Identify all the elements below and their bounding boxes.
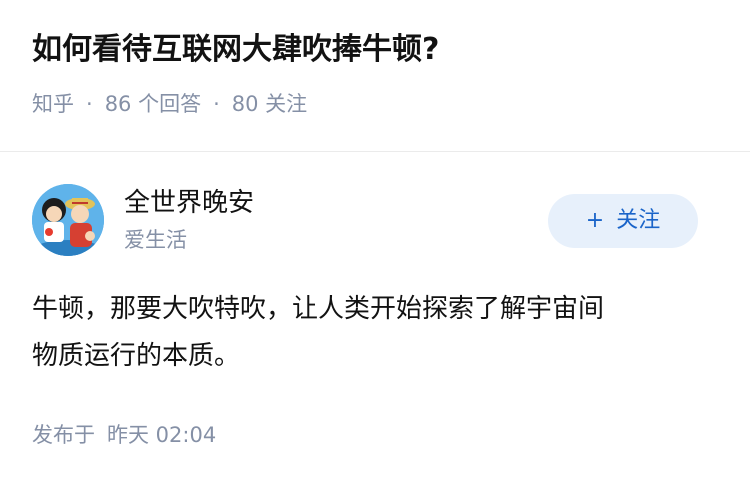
plus-icon: + xyxy=(585,208,605,233)
meta-separator-dot: · xyxy=(213,92,220,116)
answer-content[interactable]: 牛顿，那要大吹特吹，让人类开始探索了解宇宙间 物质运行的本质。 xyxy=(32,286,712,380)
follow-button-label: 关注 xyxy=(616,208,661,233)
answer-count[interactable]: 86 个回答 xyxy=(105,92,201,116)
follow-button[interactable]: + 关注 xyxy=(548,194,698,248)
meta-separator-dot: · xyxy=(86,92,93,116)
author-name[interactable]: 全世界晚安 xyxy=(124,186,254,220)
publish-prefix: 发布于 xyxy=(32,423,95,447)
follower-count: 80 关注 xyxy=(231,92,308,116)
question-meta: 知乎 · 86 个回答 · 80 关注 xyxy=(32,90,722,118)
answer-text-line: 物质运行的本质。 xyxy=(32,341,241,371)
source-label[interactable]: 知乎 xyxy=(32,92,74,116)
question-header: 如何看待互联网大肆吹捧牛顿? 知乎 · 86 个回答 · 80 关注 xyxy=(32,30,722,118)
publish-time: 发布于 昨天 02:04 xyxy=(32,421,216,449)
question-title[interactable]: 如何看待互联网大肆吹捧牛顿? xyxy=(32,30,722,70)
answer-text-line: 牛顿，那要大吹特吹，让人类开始探索了解宇宙间 xyxy=(32,294,605,324)
author-info: 全世界晚安 爱生活 + 关注 xyxy=(32,184,698,260)
publish-timestamp: 昨天 02:04 xyxy=(107,423,217,447)
avatar-image-icon xyxy=(32,184,104,256)
avatar[interactable] xyxy=(32,184,104,256)
header-divider xyxy=(0,151,750,152)
author-bio: 爱生活 xyxy=(124,228,187,252)
